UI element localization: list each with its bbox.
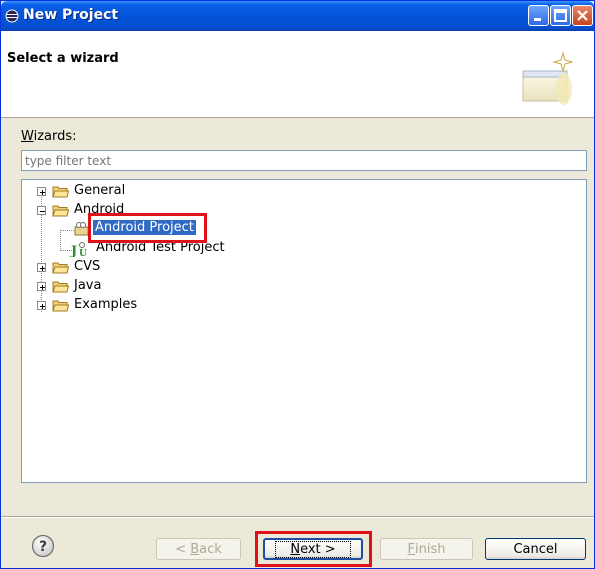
expand-icon[interactable] bbox=[37, 187, 46, 196]
maximize-button[interactable] bbox=[550, 5, 571, 26]
banner-title: Select a wizard bbox=[7, 51, 119, 66]
footer-separator bbox=[1, 516, 594, 518]
svg-text:?: ? bbox=[39, 539, 47, 555]
finish-button-mnemonic: F bbox=[407, 541, 415, 557]
tree-item-label: General bbox=[74, 183, 126, 198]
folder-icon bbox=[52, 262, 69, 274]
junit-icon: J U bbox=[70, 242, 87, 257]
cancel-button-label: Cancel bbox=[513, 541, 558, 557]
expand-icon[interactable] bbox=[37, 282, 46, 291]
svg-text:U: U bbox=[79, 249, 87, 257]
folder-icon bbox=[52, 300, 69, 312]
new-project-dialog: New Project Select a wizard Wizards: typ… bbox=[0, 0, 595, 569]
cancel-button[interactable]: Cancel bbox=[485, 538, 586, 560]
wizard-tree[interactable]: General Android Android Project J U Andr… bbox=[21, 179, 587, 483]
folder-icon bbox=[52, 281, 69, 293]
back-button[interactable]: < Back bbox=[156, 538, 241, 560]
close-icon bbox=[577, 10, 588, 21]
tree-item-general[interactable]: General bbox=[22, 182, 582, 201]
close-button[interactable] bbox=[572, 5, 593, 26]
expand-icon[interactable] bbox=[37, 263, 46, 272]
folder-open-icon bbox=[52, 205, 69, 217]
tree-item-label: CVS bbox=[74, 259, 101, 274]
maximize-icon bbox=[554, 9, 567, 22]
tree-item-examples[interactable]: Examples bbox=[22, 296, 582, 315]
filter-input[interactable] bbox=[21, 150, 587, 171]
finish-button-label: inish bbox=[415, 541, 446, 557]
tree-item-label: Java bbox=[74, 278, 102, 293]
help-icon[interactable]: ? bbox=[31, 534, 55, 558]
title-bar[interactable]: New Project bbox=[1, 1, 594, 31]
folder-icon bbox=[52, 186, 69, 198]
wizard-banner-icon bbox=[522, 51, 574, 105]
tree-item-java[interactable]: Java bbox=[22, 277, 582, 296]
minimize-button[interactable] bbox=[528, 5, 549, 26]
wizard-banner: Select a wizard bbox=[1, 31, 594, 118]
collapse-icon[interactable] bbox=[37, 206, 46, 215]
highlight-box bbox=[88, 213, 207, 243]
back-button-prefix: < bbox=[175, 541, 191, 557]
eclipse-icon bbox=[5, 9, 19, 23]
minimize-icon bbox=[534, 18, 541, 21]
tree-item-cvs[interactable]: CVS bbox=[22, 258, 582, 277]
wizards-mnemonic: W bbox=[21, 129, 34, 144]
window-title: New Project bbox=[23, 7, 119, 23]
tree-item-label: Examples bbox=[74, 297, 138, 312]
back-button-label: ack bbox=[199, 541, 222, 557]
back-button-mnemonic: B bbox=[190, 541, 200, 557]
wizards-label: Wizards: bbox=[21, 129, 77, 144]
expand-icon[interactable] bbox=[37, 301, 46, 310]
wizards-label-text: izards: bbox=[33, 129, 77, 144]
finish-button[interactable]: Finish bbox=[380, 538, 473, 560]
svg-text:J: J bbox=[70, 244, 77, 257]
highlight-box bbox=[255, 531, 372, 567]
